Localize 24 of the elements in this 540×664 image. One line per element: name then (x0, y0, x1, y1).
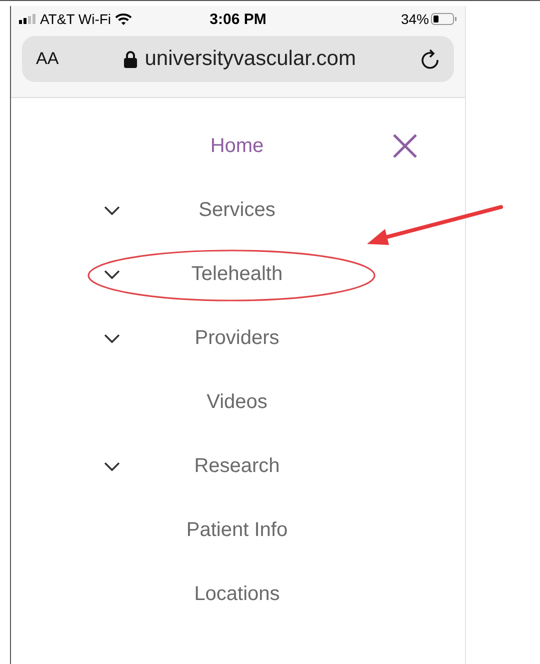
reload-icon[interactable] (421, 48, 440, 70)
menu-item[interactable]: Videos (206, 390, 268, 414)
chevron-down-icon[interactable] (104, 206, 120, 214)
battery-percent: 34% (400, 11, 429, 27)
menu-item[interactable]: Providers (194, 326, 280, 350)
url-text: universityvascular.com (144, 47, 356, 71)
chevron-down-icon[interactable] (104, 462, 120, 470)
menu-item[interactable]: Home (210, 134, 264, 158)
signal-icon (19, 14, 36, 24)
carrier-label: AT&T Wi-Fi (40, 11, 112, 27)
text-size-button[interactable]: AA (36, 49, 59, 69)
chevron-down-icon[interactable] (104, 334, 120, 342)
menu-item[interactable]: Services (198, 198, 276, 222)
menu-item[interactable]: Locations (194, 582, 280, 606)
address-bar[interactable]: AA universityvascular.com (22, 36, 454, 82)
lock-icon (124, 50, 137, 68)
clock-time: 3:06 PM (210, 10, 266, 28)
battery-icon (430, 13, 457, 25)
chevron-down-icon[interactable] (104, 270, 120, 278)
menu-item[interactable]: Patient Info (186, 518, 288, 542)
menu-item[interactable]: Research (194, 454, 280, 478)
wifi-icon (115, 13, 132, 25)
close-icon[interactable] (392, 133, 418, 159)
menu-item[interactable]: Telehealth (191, 262, 283, 286)
